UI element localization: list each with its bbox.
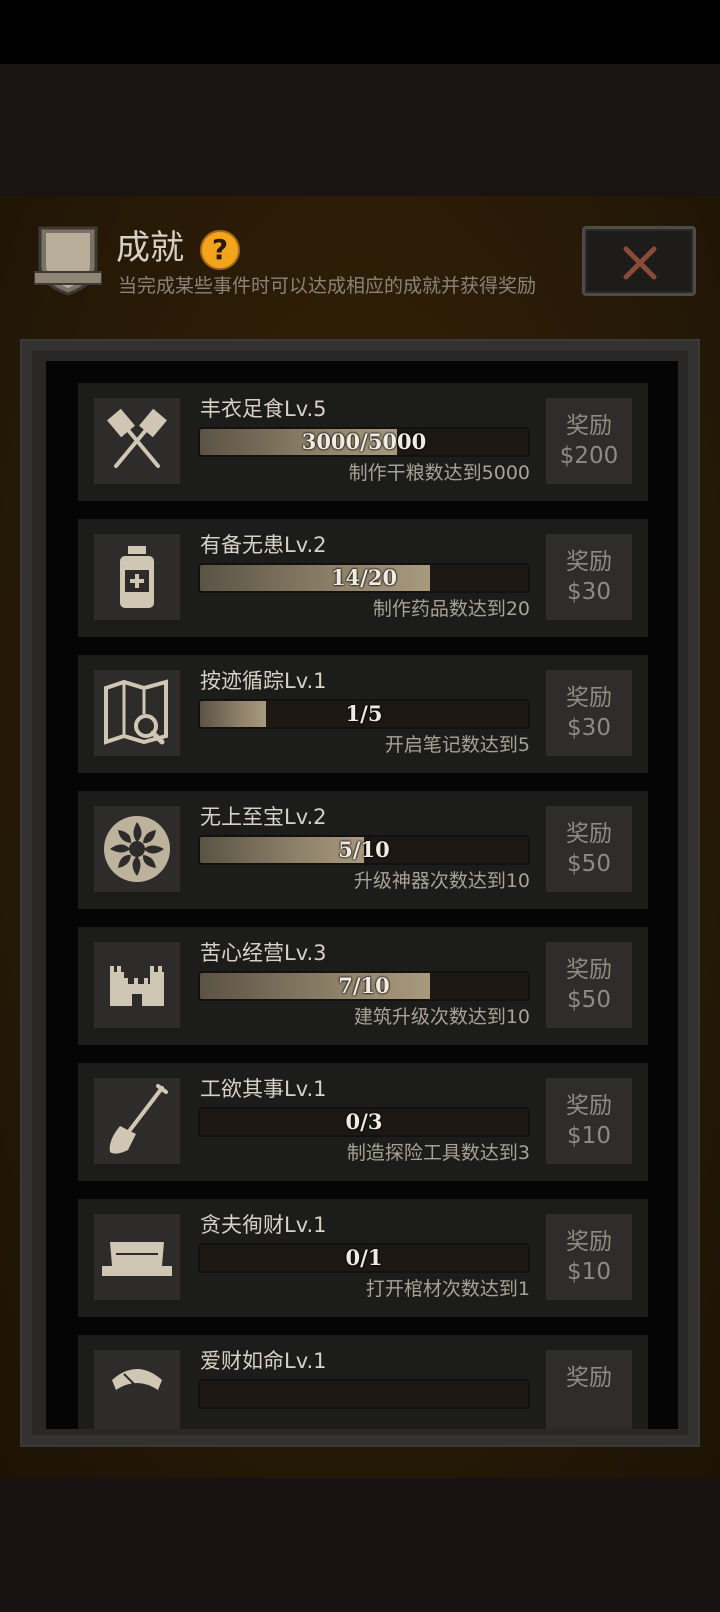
progress-bar: 3000/5000 bbox=[198, 427, 530, 457]
progress-bar: 1/5 bbox=[198, 699, 530, 729]
reward-button[interactable]: 奖励 $50 bbox=[546, 942, 632, 1028]
medicine-bottle-icon bbox=[94, 534, 180, 620]
achievement-name: 丰衣足食Lv.5 bbox=[200, 397, 327, 421]
status-bar bbox=[0, 0, 720, 64]
map-search-icon bbox=[94, 670, 180, 756]
achievement-name: 爱财如命Lv.1 bbox=[200, 1349, 327, 1373]
progress-bar: 7/10 bbox=[198, 971, 530, 1001]
reward-label: 奖励 bbox=[566, 1093, 612, 1119]
reward-label: 奖励 bbox=[566, 1365, 612, 1391]
coffin-icon bbox=[94, 1214, 180, 1300]
reward-amount: $50 bbox=[567, 987, 611, 1013]
achievement-description: 建筑升级次数达到10 bbox=[353, 1006, 530, 1028]
achievement-list-frame: 丰衣足食Lv.5 3000/5000 制作干粮数达到5000 奖励 $200 有… bbox=[20, 339, 700, 1447]
achievements-panel: 成就 ? 当完成某些事件时可以达成相应的成就并获得奖励 丰衣足食Lv.5 300… bbox=[0, 196, 720, 1478]
achievement-description: 制造探险工具数达到3 bbox=[346, 1142, 530, 1164]
progress-text: 0/3 bbox=[345, 1109, 383, 1134]
achievement-description: 打开棺材次数达到1 bbox=[365, 1278, 530, 1300]
achievement-description: 制作干粮数达到5000 bbox=[348, 462, 530, 484]
progress-text bbox=[200, 1381, 528, 1407]
achievement-card: 苦心经营Lv.3 7/10 建筑升级次数达到10 奖励 $50 bbox=[78, 927, 648, 1045]
reward-button[interactable]: 奖励 $10 bbox=[546, 1078, 632, 1164]
achievement-card: 无上至宝Lv.2 5/10 升级神器次数达到10 奖励 $50 bbox=[78, 791, 648, 909]
achievement-name: 按迹循踪Lv.1 bbox=[200, 669, 327, 693]
achievement-description: 开启笔记数达到5 bbox=[384, 734, 530, 756]
achievement-card: 丰衣足食Lv.5 3000/5000 制作干粮数达到5000 奖励 $200 bbox=[78, 383, 648, 501]
reward-button[interactable]: 奖励 $30 bbox=[546, 670, 632, 756]
reward-amount: $30 bbox=[567, 579, 611, 605]
progress-text: 7/10 bbox=[338, 973, 390, 998]
crossed-spatulas-icon bbox=[94, 398, 180, 484]
reward-button[interactable]: 奖励 $50 bbox=[546, 806, 632, 892]
help-icon[interactable]: ? bbox=[200, 230, 240, 270]
achievement-name: 有备无患Lv.2 bbox=[200, 533, 327, 557]
reward-label: 奖励 bbox=[566, 413, 612, 439]
progress-bar: 5/10 bbox=[198, 835, 530, 865]
reward-button[interactable]: 奖励 $10 bbox=[546, 1214, 632, 1300]
reward-amount: $30 bbox=[567, 715, 611, 741]
progress-text: 3000/5000 bbox=[301, 429, 427, 454]
achievement-card: 贪夫徇财Lv.1 0/1 打开棺材次数达到1 奖励 $10 bbox=[78, 1199, 648, 1317]
castle-icon bbox=[94, 942, 180, 1028]
achievement-list[interactable]: 丰衣足食Lv.5 3000/5000 制作干粮数达到5000 奖励 $200 有… bbox=[46, 361, 678, 1429]
coin-purse-icon bbox=[94, 1350, 180, 1429]
reward-amount: $50 bbox=[567, 851, 611, 877]
progress-text: 0/1 bbox=[345, 1245, 383, 1270]
page-title: 成就 bbox=[116, 228, 184, 268]
progress-bar: 0/3 bbox=[198, 1107, 530, 1137]
progress-text: 14/20 bbox=[330, 565, 398, 590]
achievement-card: 爱财如命Lv.1 奖励 bbox=[78, 1335, 648, 1429]
achievement-name: 苦心经营Lv.3 bbox=[200, 941, 327, 965]
achievement-name: 无上至宝Lv.2 bbox=[200, 805, 327, 829]
reward-label: 奖励 bbox=[566, 1229, 612, 1255]
reward-button[interactable]: 奖励 bbox=[546, 1350, 632, 1429]
achievement-badge-icon bbox=[33, 222, 103, 298]
bottom-area bbox=[0, 1478, 720, 1612]
achievement-card: 按迹循踪Lv.1 1/5 开启笔记数达到5 奖励 $30 bbox=[78, 655, 648, 773]
progress-text: 1/5 bbox=[345, 701, 383, 726]
achievement-card: 有备无患Lv.2 14/20 制作药品数达到20 奖励 $30 bbox=[78, 519, 648, 637]
reward-button[interactable]: 奖励 $30 bbox=[546, 534, 632, 620]
reward-label: 奖励 bbox=[566, 957, 612, 983]
achievement-name: 工欲其事Lv.1 bbox=[200, 1077, 327, 1101]
achievement-name: 贪夫徇财Lv.1 bbox=[200, 1213, 327, 1237]
progress-bar: 14/20 bbox=[198, 563, 530, 593]
achievement-card: 工欲其事Lv.1 0/3 制造探险工具数达到3 奖励 $10 bbox=[78, 1063, 648, 1181]
reward-amount: $10 bbox=[567, 1259, 611, 1285]
reward-amount: $10 bbox=[567, 1123, 611, 1149]
reward-label: 奖励 bbox=[566, 821, 612, 847]
page-subtitle: 当完成某些事件时可以达成相应的成就并获得奖励 bbox=[118, 275, 537, 297]
close-button[interactable] bbox=[582, 226, 696, 296]
reward-label: 奖励 bbox=[566, 685, 612, 711]
close-icon bbox=[623, 246, 657, 280]
achievement-description: 升级神器次数达到10 bbox=[353, 870, 530, 892]
progress-bar bbox=[198, 1379, 530, 1409]
ornament-emblem-icon bbox=[94, 806, 180, 892]
shovel-icon bbox=[94, 1078, 180, 1164]
reward-amount: $200 bbox=[559, 443, 619, 469]
reward-label: 奖励 bbox=[566, 549, 612, 575]
achievement-description: 制作药品数达到20 bbox=[372, 598, 530, 620]
progress-text: 5/10 bbox=[338, 837, 390, 862]
reward-button[interactable]: 奖励 $200 bbox=[546, 398, 632, 484]
progress-bar: 0/1 bbox=[198, 1243, 530, 1273]
